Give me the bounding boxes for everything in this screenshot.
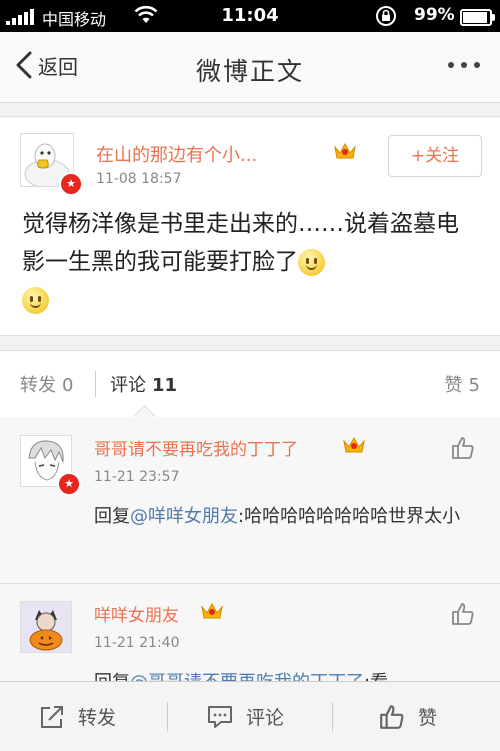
avatar[interactable]: ★ xyxy=(20,133,83,196)
like-label: 赞 xyxy=(418,707,438,729)
status-bar: 中国移动 11:04 99% xyxy=(0,0,500,32)
comment-username[interactable]: 咩咩女朋友 xyxy=(94,601,179,626)
comment-text: 回复@哥哥请不要再吃我的丁丁了:看 xyxy=(94,667,480,681)
reply-prefix: 回复 xyxy=(94,672,130,681)
comment-bubble-icon xyxy=(208,705,232,728)
tab-comment-count: 11 xyxy=(152,375,178,396)
follow-button[interactable]: +关注 xyxy=(388,135,482,177)
mention-link[interactable]: @哥哥请不要再吃我的丁丁了 xyxy=(130,672,364,681)
comment-username[interactable]: 哥哥请不要再吃我的丁丁了 xyxy=(94,435,298,460)
tab-comment-label: 评论 xyxy=(110,375,146,396)
thumbs-up-icon xyxy=(380,704,404,729)
forward-button[interactable]: 转发 xyxy=(38,682,116,751)
battery-percent: 99% xyxy=(414,5,455,25)
more-icon[interactable] xyxy=(448,62,480,68)
tab-forward[interactable]: 转发 0 xyxy=(20,371,73,397)
nav-bar: 返回 微博正文 xyxy=(0,32,500,103)
crown-icon xyxy=(201,602,223,619)
like-button[interactable]: 赞 xyxy=(378,682,437,751)
smiley-icon xyxy=(298,249,325,276)
tab-forward-label: 转发 xyxy=(20,375,56,396)
comment-time: 11-21 21:40 xyxy=(94,635,180,651)
mention-link[interactable]: @咩咩女朋友 xyxy=(130,506,238,527)
comment-text: 回复@咩咩女朋友:哈哈哈哈哈哈哈哈世界太小 xyxy=(94,501,480,533)
avatar[interactable]: ★ xyxy=(20,435,81,496)
tab-forward-count: 0 xyxy=(62,375,74,396)
avatar[interactable] xyxy=(20,601,72,653)
post-body: 觉得杨洋像是书里走出来的……说着盗墓电影一生黑的我可能要打脸了 xyxy=(22,211,459,275)
tab-comment[interactable]: 评论 11 xyxy=(110,371,177,397)
comment-time: 11-21 23:57 xyxy=(94,469,180,485)
thumbs-up-icon[interactable] xyxy=(450,601,476,627)
reply-prefix: 回复 xyxy=(94,506,130,527)
post-username[interactable]: 在山的那边有个小... xyxy=(96,141,257,167)
toolbar-divider xyxy=(332,702,333,732)
comment-body: :哈哈哈哈哈哈哈哈世界太小 xyxy=(238,506,461,527)
comment-button[interactable]: 评论 xyxy=(206,682,284,751)
crown-icon xyxy=(334,142,356,159)
comment-item: ★ 哥哥请不要再吃我的丁丁了 11-21 23:57 回复@咩咩女朋友:哈哈哈哈… xyxy=(0,417,500,584)
smiley-icon xyxy=(22,287,49,314)
pumpkin-avatar-image xyxy=(21,602,71,652)
page-title: 微博正文 xyxy=(195,57,304,86)
comment-body: :看 xyxy=(364,672,388,681)
battery-icon xyxy=(460,9,495,26)
thumbs-up-icon[interactable] xyxy=(450,435,476,461)
post-tabs: 转发 0 评论 11 赞5 xyxy=(0,350,500,427)
comment-label: 评论 xyxy=(246,707,285,729)
comment-item: 咩咩女朋友 11-21 21:40 回复@哥哥请不要再吃我的丁丁了:看 xyxy=(0,583,500,681)
toolbar-divider xyxy=(167,702,168,732)
tab-like-label: 赞 xyxy=(444,375,463,396)
share-icon xyxy=(41,705,63,728)
tab-like[interactable]: 赞5 xyxy=(445,371,480,397)
v-badge-icon: ★ xyxy=(57,472,81,496)
post-text: 觉得杨洋像是书里走出来的……说着盗墓电影一生黑的我可能要打脸了 xyxy=(22,205,478,319)
tab-divider xyxy=(95,371,96,397)
bottom-toolbar: 转发 评论 赞 xyxy=(0,681,500,751)
post-card: ★ 在山的那边有个小... 11-08 18:57 +关注 觉得杨洋像是书里走出… xyxy=(0,116,500,336)
forward-label: 转发 xyxy=(78,707,117,729)
v-badge-icon: ★ xyxy=(59,172,83,196)
comment-list: ★ 哥哥请不要再吃我的丁丁了 11-21 23:57 回复@咩咩女朋友:哈哈哈哈… xyxy=(0,417,500,681)
post-time: 11-08 18:57 xyxy=(96,171,182,187)
rotation-lock-icon xyxy=(376,6,396,26)
crown-icon xyxy=(343,436,365,453)
tab-like-count: 5 xyxy=(468,375,480,396)
